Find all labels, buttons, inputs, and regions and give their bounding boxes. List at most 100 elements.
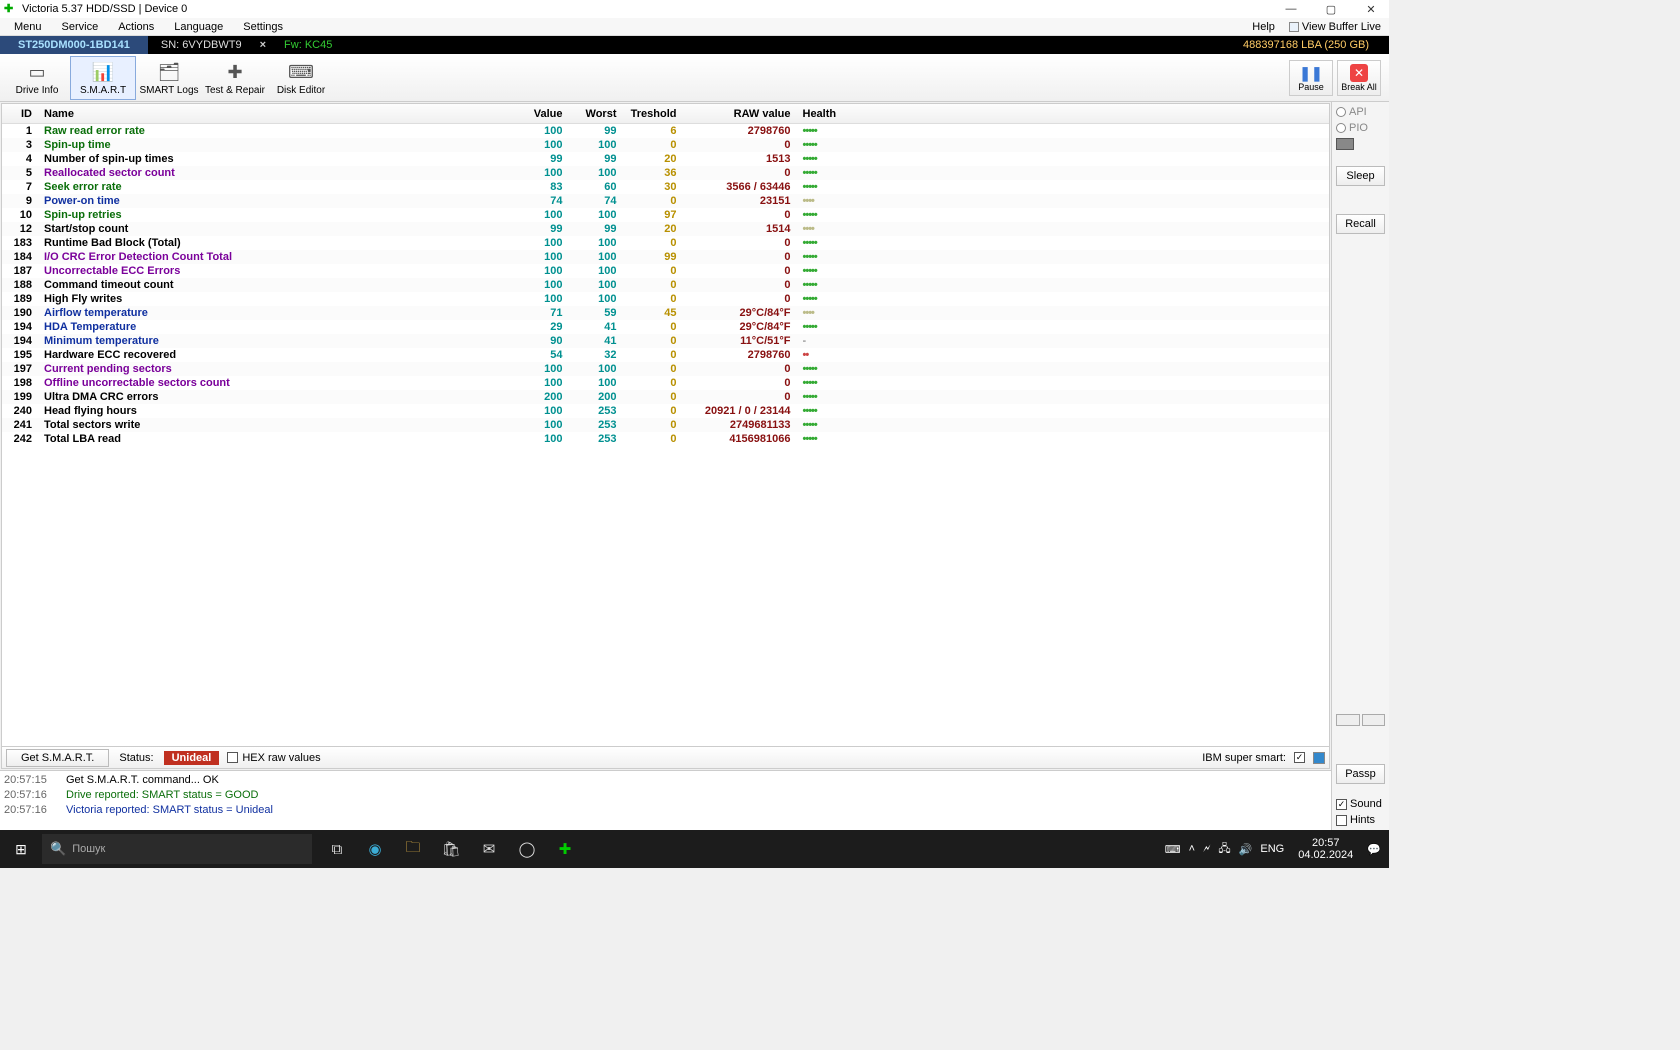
notifications-icon[interactable]: 💬 [1367, 843, 1381, 856]
api-radio[interactable]: API [1336, 106, 1385, 118]
menu-settings[interactable]: Settings [233, 19, 293, 35]
col-threshold[interactable]: Treshold [623, 108, 683, 120]
recall-button[interactable]: Recall [1336, 214, 1385, 234]
table-header: ID Name Value Worst Treshold RAW value H… [2, 104, 1329, 124]
table-row[interactable]: 241Total sectors write10025302749681133•… [2, 418, 1329, 432]
hex-raw-checkbox[interactable]: HEX raw values [227, 752, 320, 764]
table-row[interactable]: 10Spin-up retries100100970••••• [2, 208, 1329, 222]
table-row[interactable]: 194Minimum temperature9041011°C/51°F- [2, 334, 1329, 348]
tab-icon: ▭ [28, 61, 45, 85]
table-row[interactable]: 197Current pending sectors10010000••••• [2, 362, 1329, 376]
table-row[interactable]: 194HDA Temperature2941029°C/84°F••••• [2, 320, 1329, 334]
store-icon[interactable]: 🛍 [434, 832, 468, 866]
ibm-label: IBM super smart: [1202, 752, 1286, 764]
lba-info: 488397168 LBA (250 GB) [1243, 39, 1389, 51]
language-indicator[interactable]: ENG [1260, 843, 1284, 855]
attr-name: Spin-up retries [38, 209, 515, 221]
table-row[interactable]: 188Command timeout count10010000••••• [2, 278, 1329, 292]
break-all-button[interactable]: ✕Break All [1337, 60, 1381, 96]
table-row[interactable]: 9Power-on time7474023151•••• [2, 194, 1329, 208]
chrome-icon[interactable]: ◯ [510, 832, 544, 866]
get-smart-button[interactable]: Get S.M.A.R.T. [6, 749, 109, 767]
attr-name: Seek error rate [38, 181, 515, 193]
col-value[interactable]: Value [515, 108, 569, 120]
drive-tab[interactable]: ST250DM000-1BD141 [0, 36, 149, 54]
table-row[interactable]: 242Total LBA read10025304156981066••••• [2, 432, 1329, 446]
minimize-button[interactable]: — [1277, 3, 1305, 16]
titlebar: ✚ Victoria 5.37 HDD/SSD | Device 0 — ▢ ✕ [0, 0, 1389, 18]
network-icon[interactable]: 🖧 [1218, 840, 1230, 859]
volume-icon[interactable]: 🔊 [1239, 843, 1253, 856]
attr-name: Spin-up time [38, 139, 515, 151]
menu-menu[interactable]: Menu [4, 19, 52, 35]
sleep-button[interactable]: Sleep [1336, 166, 1385, 186]
indicator-slot [1336, 138, 1354, 150]
victoria-icon[interactable]: ✚ [548, 832, 582, 866]
col-health[interactable]: Health [797, 108, 853, 120]
tab-drive-info[interactable]: ▭Drive Info [4, 56, 70, 100]
tab-disk-editor[interactable]: ⌨Disk Editor [268, 56, 334, 100]
col-name[interactable]: Name [38, 108, 515, 120]
chevron-up-icon[interactable]: ˄ [1189, 843, 1195, 855]
clock[interactable]: 20:57 04.02.2024 [1292, 837, 1359, 861]
col-raw[interactable]: RAW value [683, 108, 797, 120]
attr-name: Command timeout count [38, 279, 515, 291]
attr-name: Raw read error rate [38, 125, 515, 137]
table-row[interactable]: 184I/O CRC Error Detection Count Total10… [2, 250, 1329, 264]
table-row[interactable]: 198Offline uncorrectable sectors count10… [2, 376, 1329, 390]
ibm-smart-checkbox[interactable] [1294, 752, 1305, 763]
view-buffer-live[interactable]: View Buffer Live [1285, 21, 1385, 33]
status-value: Unideal [164, 751, 220, 765]
start-button[interactable]: ⊞ [0, 830, 42, 868]
table-row[interactable]: 240Head flying hours100253020921 / 0 / 2… [2, 404, 1329, 418]
table-row[interactable]: 12Start/stop count9999201514•••• [2, 222, 1329, 236]
table-row[interactable]: 3Spin-up time10010000••••• [2, 138, 1329, 152]
attr-name: Current pending sectors [38, 363, 515, 375]
menu-language[interactable]: Language [164, 19, 233, 35]
col-id[interactable]: ID [2, 108, 38, 120]
maximize-button[interactable]: ▢ [1317, 3, 1345, 16]
menu-help[interactable]: Help [1242, 19, 1285, 35]
table-row[interactable]: 5Reallocated sector count100100360••••• [2, 166, 1329, 180]
table-row[interactable]: 190Airflow temperature71594529°C/84°F•••… [2, 306, 1329, 320]
close-button[interactable]: ✕ [1357, 3, 1385, 16]
systray[interactable]: ⌨ ˄ 🗲 🖧 🔊 ENG 20:57 04.02.2024 💬 [1157, 837, 1389, 861]
table-row[interactable]: 199Ultra DMA CRC errors20020000••••• [2, 390, 1329, 404]
table-row[interactable]: 183Runtime Bad Block (Total)10010000••••… [2, 236, 1329, 250]
explorer-icon[interactable]: 🗀 [396, 832, 430, 866]
close-tab-icon[interactable]: × [254, 39, 272, 51]
buffer-icon [1289, 22, 1299, 32]
attr-name: Total sectors write [38, 419, 515, 431]
menu-actions[interactable]: Actions [108, 19, 164, 35]
battery-icon[interactable]: 🗲 [1203, 843, 1210, 856]
sound-checkbox[interactable]: Sound [1336, 798, 1385, 810]
pio-radio[interactable]: PIO [1336, 122, 1385, 134]
taskview-icon[interactable]: ⧉ [320, 832, 354, 866]
col-worst[interactable]: Worst [569, 108, 623, 120]
tab-s-m-a-r-t[interactable]: 📊S.M.A.R.T [70, 56, 136, 100]
table-row[interactable]: 189High Fly writes10010000••••• [2, 292, 1329, 306]
tab-icon: ✚ [227, 61, 242, 85]
hints-checkbox[interactable]: Hints [1336, 814, 1385, 826]
attr-name: HDA Temperature [38, 321, 515, 333]
tab-test-repair[interactable]: ✚Test & Repair [202, 56, 268, 100]
pause-button[interactable]: ❚❚Pause [1289, 60, 1333, 96]
table-row[interactable]: 187Uncorrectable ECC Errors10010000••••• [2, 264, 1329, 278]
table-row[interactable]: 4Number of spin-up times9999201513••••• [2, 152, 1329, 166]
table-row[interactable]: 7Seek error rate8360303566 / 63446••••• [2, 180, 1329, 194]
passp-button[interactable]: Passp [1336, 764, 1385, 784]
mini-buttons[interactable] [1336, 714, 1385, 726]
mail-icon[interactable]: ✉ [472, 832, 506, 866]
menu-service[interactable]: Service [52, 19, 109, 35]
search-box[interactable]: 🔍 Пошук [42, 834, 312, 864]
keyboard-icon[interactable]: ⌨ [1165, 843, 1181, 856]
checkbox-icon [227, 752, 238, 763]
attr-name: Head flying hours [38, 405, 515, 417]
table-row[interactable]: 1Raw read error rate1009962798760••••• [2, 124, 1329, 138]
search-icon: 🔍 [50, 841, 66, 857]
tab-smart-logs[interactable]: 🗂SMART Logs [136, 56, 202, 100]
table-row[interactable]: 195Hardware ECC recovered543202798760•• [2, 348, 1329, 362]
attr-name: Number of spin-up times [38, 153, 515, 165]
edge-icon[interactable]: ◉ [358, 832, 392, 866]
smart-bottombar: Get S.M.A.R.T. Status: Unideal HEX raw v… [2, 746, 1329, 768]
